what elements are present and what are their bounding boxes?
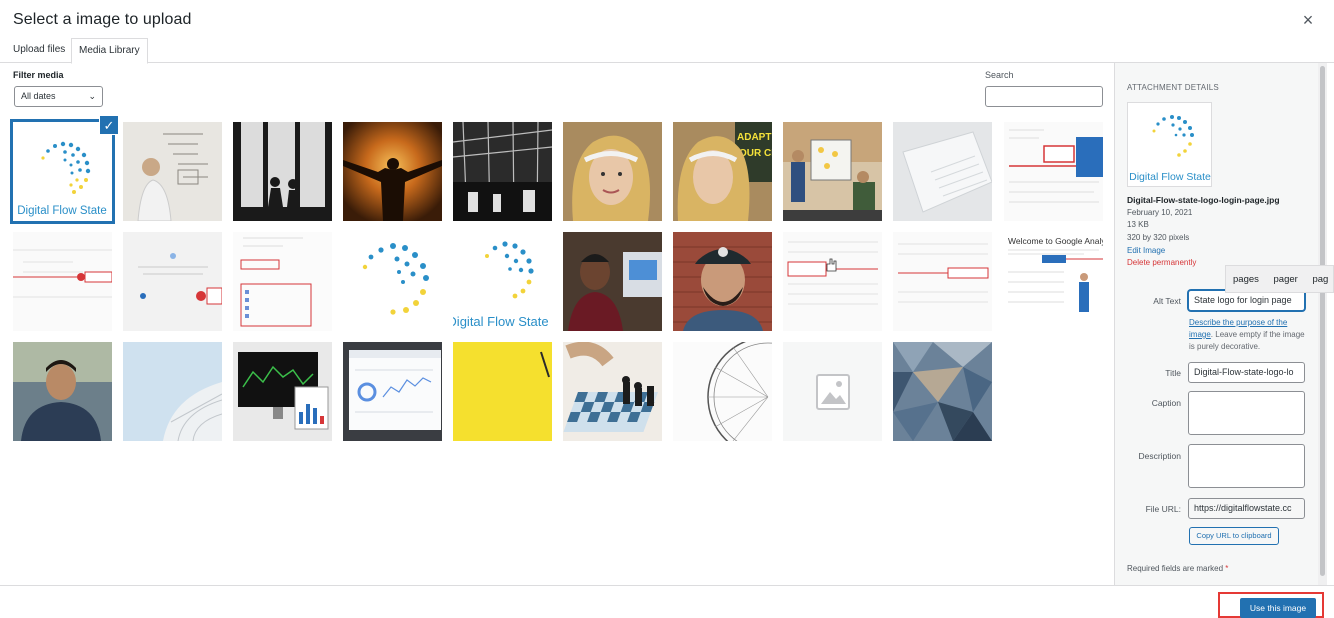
- media-thumb-sunset-arms[interactable]: [343, 122, 442, 221]
- attachment-filename: Digital-Flow-state-logo-login-page.jpg: [1127, 195, 1280, 205]
- filter-media-label: Filter media: [13, 70, 64, 80]
- digital-flow-logo-image: Digital Flow State: [13, 122, 112, 221]
- date-filter-value: All dates: [21, 91, 56, 101]
- media-thumb-digital-flow-state-logo-selected[interactable]: Digital Flow State: [13, 122, 112, 221]
- media-thumb-welcome-google-analytics[interactable]: Welcome to Google Analytics: [1004, 232, 1103, 331]
- media-thumb-trading-screens[interactable]: [233, 342, 332, 441]
- date-filter-select[interactable]: All dates ⌄: [14, 86, 103, 107]
- file-url-label: File URL:: [1145, 504, 1181, 514]
- media-thumb-screenshot-list[interactable]: [233, 232, 332, 331]
- caption-textarea[interactable]: [1188, 391, 1305, 435]
- media-thumb-screenshot-form[interactable]: [893, 232, 992, 331]
- caption-label: Caption: [1151, 398, 1181, 408]
- delete-permanently-link[interactable]: Delete permanently: [1127, 258, 1196, 267]
- sidebar-scroll-thumb[interactable]: [1320, 66, 1325, 576]
- media-thumb-dashboard-laptop[interactable]: [343, 342, 442, 441]
- media-thumb-chess-board[interactable]: [563, 342, 662, 441]
- alt-text-input[interactable]: State logo for login page: [1188, 290, 1305, 311]
- description-textarea[interactable]: [1188, 444, 1305, 488]
- description-label: Description: [1138, 451, 1181, 461]
- tab-media-library[interactable]: Media Library: [71, 38, 148, 64]
- required-fields-note: Required fields are marked *: [1127, 564, 1228, 573]
- modal-footer-toolbar: [0, 585, 1334, 618]
- tab-upload-files[interactable]: Upload files: [6, 38, 72, 63]
- media-thumb-screenshot-ga-setup[interactable]: [123, 232, 222, 331]
- media-thumb-yellow-paper[interactable]: [453, 342, 552, 441]
- attachment-date: February 10, 2021: [1127, 208, 1193, 217]
- attachment-details-heading: ATTACHMENT DETAILS: [1127, 83, 1219, 92]
- copy-url-button[interactable]: Copy URL to clipboard: [1189, 527, 1279, 545]
- media-thumb-woman-headband-adapting[interactable]: ADAPTINOUR CLI: [673, 122, 772, 221]
- media-thumb-screenshot-property[interactable]: [783, 232, 882, 331]
- search-label: Search: [985, 70, 1014, 80]
- media-thumb-dark-building[interactable]: [453, 122, 552, 221]
- media-thumb-presentation-group[interactable]: [783, 122, 882, 221]
- media-thumb-man-smiling[interactable]: [563, 232, 662, 331]
- media-thumb-woman-headband[interactable]: [563, 122, 662, 221]
- media-thumb-laptop-white[interactable]: [893, 122, 992, 221]
- preview-logo-caption: Digital Flow State: [1129, 171, 1211, 183]
- svg-text:Welcome to Google Analytics: Welcome to Google Analytics: [1008, 236, 1103, 246]
- attachment-size: 13 KB: [1127, 220, 1149, 229]
- close-icon[interactable]: ×: [1298, 10, 1318, 30]
- file-url-input[interactable]: https://digitalflowstate.cc: [1188, 498, 1305, 519]
- media-thumb-screenshot-ga-1[interactable]: [13, 232, 112, 331]
- modal-title: Select a image to upload: [13, 11, 192, 28]
- required-note-text: Required fields are marked: [1127, 564, 1224, 573]
- media-thumb-whiteboard-man[interactable]: [123, 122, 222, 221]
- alt-text-help: Describe the purpose of the image. Leave…: [1189, 317, 1305, 353]
- attachment-dimensions: 320 by 320 pixels: [1127, 233, 1190, 242]
- autocomplete-suggestions[interactable]: pages pager pag: [1225, 265, 1334, 293]
- edit-image-link[interactable]: Edit Image: [1127, 246, 1165, 255]
- svg-text:ADAPTIN: ADAPTIN: [737, 132, 772, 143]
- logo-caption: Digital Flow State: [17, 205, 106, 217]
- attachment-preview: Digital Flow State: [1127, 102, 1212, 187]
- required-star: *: [1225, 564, 1229, 573]
- media-thumb-placeholder[interactable]: [783, 342, 882, 441]
- alt-text-label: Alt Text: [1153, 296, 1181, 306]
- modal-tabs: Upload files Media Library: [0, 38, 1334, 64]
- media-thumb-man-portrait[interactable]: [13, 342, 112, 441]
- chevron-down-icon: ⌄: [88, 91, 96, 101]
- selected-check-icon[interactable]: ✓: [99, 115, 119, 135]
- title-label: Title: [1165, 368, 1181, 378]
- search-input[interactable]: [985, 86, 1103, 107]
- media-thumb-man-cap-beard[interactable]: [673, 232, 772, 331]
- media-thumb-digital-flow-state-logo[interactable]: Digital Flow State: [453, 232, 552, 331]
- logo-caption-partial: Digital Flow State: [453, 314, 549, 329]
- media-thumb-digital-flow-swirl[interactable]: [343, 232, 442, 331]
- title-input[interactable]: Digital-Flow-state-logo-lo: [1188, 362, 1305, 383]
- media-thumb-polygon-pattern[interactable]: [893, 342, 992, 441]
- use-this-image-button[interactable]: Use this image: [1240, 598, 1316, 618]
- media-thumb-ferris-wheel[interactable]: [673, 342, 772, 441]
- media-thumb-window-silhouettes[interactable]: [233, 122, 332, 221]
- media-thumb-white-dome[interactable]: [123, 342, 222, 441]
- media-modal: Select a image to upload × Upload files …: [0, 0, 1334, 618]
- media-thumb-screenshot-ui[interactable]: [1004, 122, 1103, 221]
